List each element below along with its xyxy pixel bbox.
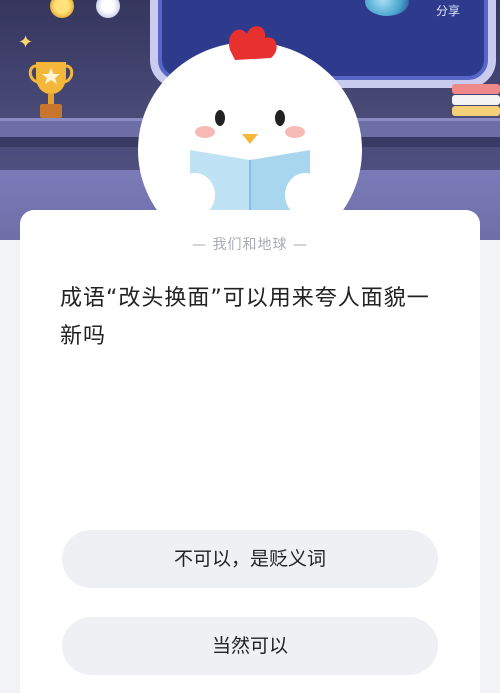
trophy-icon bbox=[28, 62, 74, 118]
question-text: 成语“改头换面”可以用来夸人面貌一新吗 bbox=[60, 286, 430, 349]
question-card: — 我们和地球 — 成语“改头换面”可以用来夸人面貌一新吗 不可以，是贬义词 当… bbox=[20, 210, 480, 693]
chicken-mascot bbox=[138, 26, 362, 240]
category-text: 我们和地球 bbox=[212, 237, 288, 253]
answer-option-2-label: 当然可以 bbox=[211, 635, 288, 657]
header-illustration: 分享 ✦ bbox=[0, 0, 500, 240]
share-label[interactable]: 分享 bbox=[436, 2, 460, 19]
books-icon bbox=[452, 84, 500, 118]
answer-option-2[interactable]: 当然可以 bbox=[62, 617, 438, 675]
answer-option-1[interactable]: 不可以，是贬义词 bbox=[62, 530, 438, 588]
answer-option-1-label: 不可以，是贬义词 bbox=[173, 548, 326, 570]
category-label: — 我们和地球 — bbox=[192, 237, 308, 253]
sparkle-icon: ✦ bbox=[18, 32, 34, 53]
